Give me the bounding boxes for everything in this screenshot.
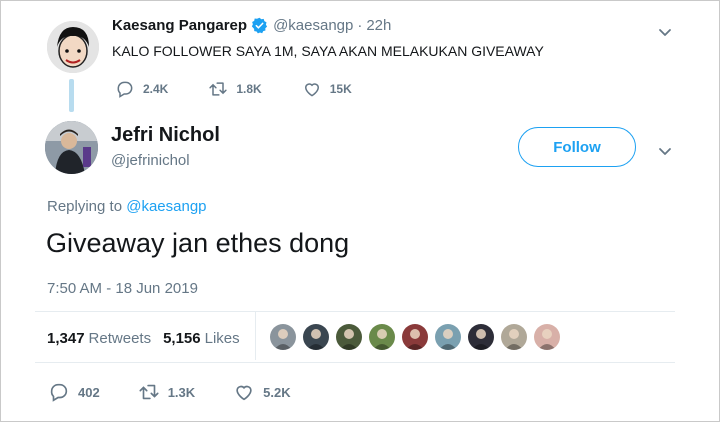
liker-avatar[interactable] — [303, 324, 329, 350]
engagement-stats: 1,347 Retweets 5,156 Likes — [47, 330, 252, 347]
like-total[interactable]: 5,156 — [163, 330, 201, 347]
main-actions: 402 1.3K 5.2K — [48, 381, 329, 403]
liker-avatars — [270, 324, 567, 350]
jefri-avatar[interactable] — [45, 121, 98, 174]
parent-retweet-count: 1.8K — [236, 82, 262, 96]
liker-avatar[interactable] — [534, 324, 560, 350]
main-retweet-count: 1.3K — [167, 384, 196, 400]
parent-chevron-down-icon[interactable] — [657, 24, 673, 40]
parent-like-button[interactable]: 15K — [302, 79, 352, 99]
replying-to-label: Replying to — [47, 198, 123, 215]
replying-to-link[interactable]: @kaesangp — [126, 198, 206, 215]
main-tweet-text: Giveaway jan ethes dong — [46, 228, 350, 258]
liker-avatar[interactable] — [369, 324, 395, 350]
liker-avatar[interactable] — [435, 324, 461, 350]
liker-avatar[interactable] — [501, 324, 527, 350]
parent-author-name[interactable]: Kaesang Pangarep — [112, 17, 247, 34]
reply-icon — [117, 81, 133, 98]
parent-timestamp[interactable]: 22h — [366, 17, 391, 34]
main-author-name[interactable]: Jefri Nichol — [111, 124, 220, 147]
parent-tweet-text: KALO FOLLOWER SAYA 1M, SAYA AKAN MELAKUK… — [112, 43, 544, 59]
main-author-handle[interactable]: @jefrinichol — [111, 152, 190, 169]
parent-actions: 2.4K 1.8K 15K — [115, 79, 392, 99]
liker-avatar[interactable] — [270, 324, 296, 350]
main-reply-button[interactable]: 402 — [48, 381, 100, 403]
replying-to: Replying to @kaesangp — [47, 198, 207, 215]
reply-icon — [50, 383, 68, 402]
main-retweet-button[interactable]: 1.3K — [138, 381, 195, 403]
liker-avatar[interactable] — [468, 324, 494, 350]
main-like-count: 5.2K — [263, 384, 291, 400]
kaesang-avatar[interactable] — [47, 21, 99, 73]
heart-icon — [236, 385, 252, 401]
stats-separator — [255, 312, 256, 360]
main-like-button[interactable]: 5.2K — [233, 381, 291, 403]
liker-avatar[interactable] — [336, 324, 362, 350]
thread-line — [69, 79, 74, 112]
retweet-icon — [209, 82, 228, 96]
parent-like-count: 15K — [329, 82, 352, 96]
main-reply-count: 402 — [78, 384, 100, 400]
stats-top-divider — [35, 311, 675, 312]
retweet-label[interactable]: Retweets — [89, 330, 152, 347]
main-timestamp[interactable]: 7:50 AM - 18 Jun 2019 — [47, 280, 198, 297]
follow-button[interactable]: Follow — [518, 127, 636, 167]
parent-reply-count: 2.4K — [143, 82, 169, 96]
parent-retweet-button[interactable]: 1.8K — [208, 79, 262, 99]
heart-icon — [304, 83, 319, 97]
parent-author-handle[interactable]: @kaesangp — [273, 17, 353, 34]
main-chevron-down-icon[interactable] — [657, 143, 673, 159]
retweet-total[interactable]: 1,347 — [47, 330, 85, 347]
parent-header: Kaesang Pangarep @kaesangp · 22h — [112, 17, 391, 34]
parent-reply-button[interactable]: 2.4K — [115, 79, 168, 99]
time-separator: · — [357, 17, 363, 34]
retweet-icon — [139, 384, 159, 400]
stats-bottom-divider — [35, 362, 675, 363]
liker-avatar[interactable] — [402, 324, 428, 350]
verified-badge-icon — [251, 17, 268, 34]
like-label[interactable]: Likes — [205, 330, 240, 347]
